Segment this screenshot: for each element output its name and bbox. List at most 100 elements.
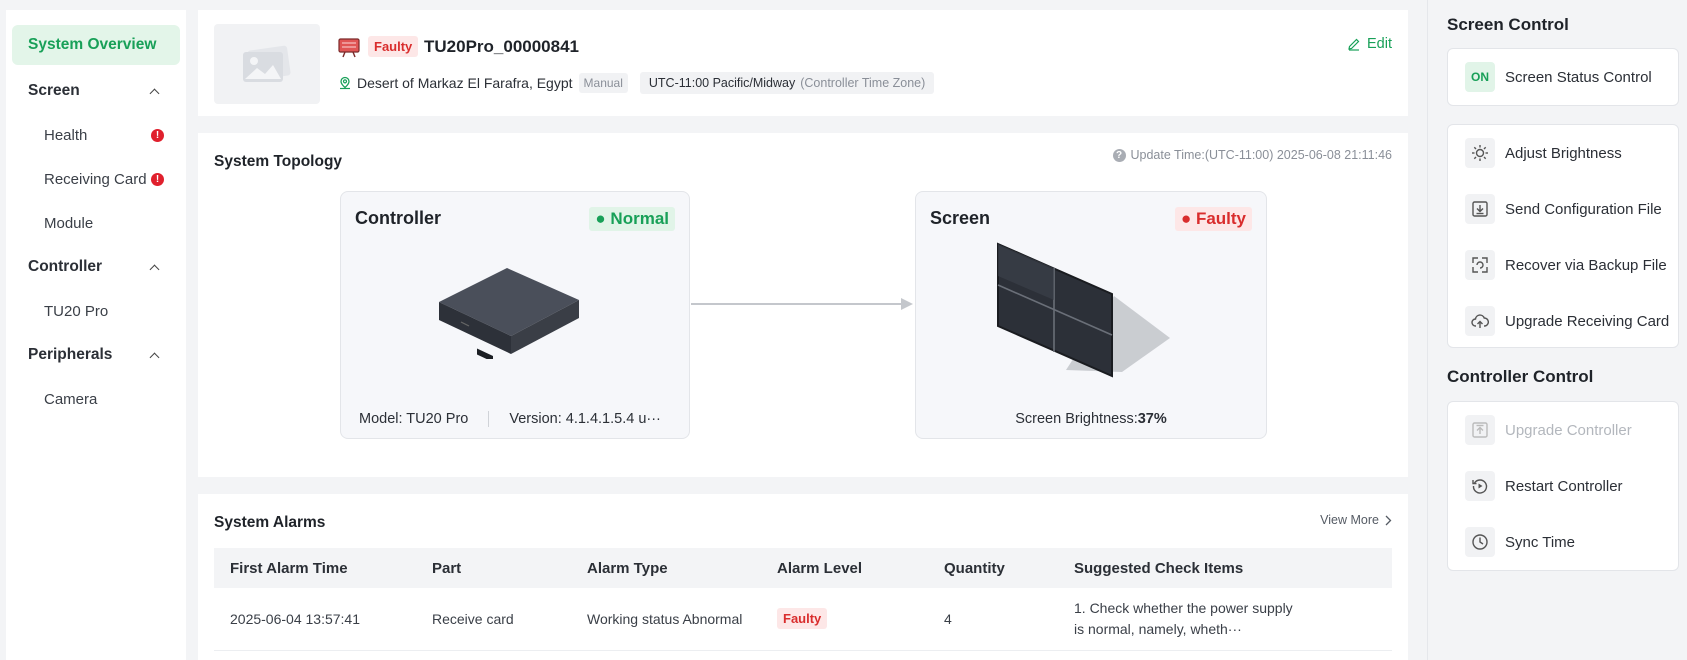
controller-title: Controller — [355, 208, 442, 228]
sync-time-button[interactable]: Sync Time — [1448, 514, 1678, 570]
controller-actions-card: Upgrade Controller Restart Controller Sy… — [1447, 401, 1679, 571]
alarm-level-cell: Faulty — [761, 588, 928, 651]
screen-status-text: Faulty — [1195, 209, 1246, 228]
controller-model: Model: TU20 Pro — [359, 411, 469, 427]
nav-item-label: Receiving Card — [44, 170, 147, 188]
alert-icon: ! — [151, 172, 164, 186]
brightness-value: 37% — [1137, 411, 1167, 427]
chevron-up-icon — [149, 88, 160, 98]
column-header: Alarm Type — [571, 548, 761, 588]
upgrade-receiving-card-button[interactable]: Upgrade Receiving Card — [1448, 293, 1678, 349]
restart-controller-button[interactable]: Restart Controller — [1448, 458, 1678, 514]
control-panel: Screen Control ON Screen Status Control … — [1427, 0, 1687, 660]
location-mode-tag: Manual — [578, 73, 628, 93]
alarm-part: Receive card — [416, 588, 571, 651]
nav-group-label: Peripherals — [28, 346, 113, 363]
nav-system-overview[interactable]: System Overview — [12, 25, 180, 65]
controller-status-text: Normal — [610, 209, 669, 228]
recover-via-backup-file-button[interactable]: Recover via Backup File — [1448, 237, 1678, 293]
screen-brightness: Screen Brightness:37% — [916, 411, 1266, 427]
send-configuration-file-button[interactable]: Send Configuration File — [1448, 181, 1678, 237]
restart-icon — [1465, 471, 1495, 501]
nav-item-label: Health — [44, 126, 88, 144]
action-label: Sync Time — [1505, 533, 1576, 551]
upload-icon — [1465, 415, 1495, 445]
nav-item-camera[interactable]: Camera — [6, 377, 186, 421]
nav-group-label: Screen — [28, 82, 80, 99]
controller-control-title: Controller Control — [1447, 367, 1594, 386]
nav-group-label: Controller — [28, 258, 103, 275]
nav-group-peripherals[interactable]: Peripherals — [6, 333, 186, 377]
divider — [488, 411, 490, 427]
action-label: Adjust Brightness — [1505, 144, 1622, 162]
nav-item-module[interactable]: Module — [6, 201, 186, 245]
timezone-tag: UTC-11:00 Pacific/Midway (Controller Time… — [639, 72, 935, 94]
nav-item-label: Camera — [44, 390, 98, 408]
controller-status-badge: ● Normal — [589, 207, 675, 231]
edit-pencil-icon — [1348, 38, 1360, 51]
nav-item-tu20-pro[interactable]: TU20 Pro — [6, 289, 186, 333]
chevron-up-icon — [149, 264, 160, 274]
upgrade-controller-button[interactable]: Upgrade Controller — [1448, 402, 1678, 458]
controller-info: Model: TU20 Pro Version: 4.1.4.1.5.4 u··… — [359, 411, 661, 427]
connection-arrow-icon — [691, 298, 913, 310]
edit-button[interactable]: Edit — [1347, 36, 1392, 52]
nav-group-screen[interactable]: Screen — [6, 69, 186, 113]
update-time: ? Update Time:(UTC-11:00) 2025-06-08 21:… — [1112, 148, 1393, 162]
column-header: First Alarm Time — [214, 548, 416, 588]
action-label: Upgrade Controller — [1505, 421, 1632, 439]
device-header: Faulty TU20Pro_00000841 Desert of Markaz… — [198, 10, 1408, 116]
controller-node[interactable]: Controller ● Normal Model: TU20 Pro Vers… — [340, 191, 690, 439]
alarm-quantity: 4 — [928, 588, 1058, 651]
status-badge: Faulty — [368, 36, 419, 57]
screen-device-image — [997, 242, 1170, 378]
screen-control-title: Screen Control — [1447, 15, 1569, 34]
alarm-suggestion: 1. Check whether the power supply is nor… — [1074, 599, 1293, 637]
alert-icon: ! — [151, 128, 164, 142]
alarm-suggestion-cell: 1. Check whether the power supply is nor… — [1058, 588, 1392, 651]
location-text: Desert of Markaz El Farafra, Egypt — [357, 75, 573, 91]
action-label: Restart Controller — [1505, 477, 1623, 495]
download-file-icon — [1465, 194, 1495, 224]
alarm-type: Working status Abnormal — [571, 588, 761, 651]
column-header: Quantity — [928, 548, 1058, 588]
update-time-text: Update Time:(UTC-11:00) 2025-06-08 21:11… — [1130, 148, 1393, 162]
nav-item-receiving-card[interactable]: Receiving Card ! — [6, 157, 186, 201]
column-header: Alarm Level — [761, 548, 928, 588]
nav-group-controller[interactable]: Controller — [6, 245, 186, 289]
nav-item-label: TU20 Pro — [44, 302, 109, 320]
alarms-table: First Alarm Time Part Alarm Type Alarm L… — [214, 548, 1392, 651]
brightness-icon — [1465, 138, 1495, 168]
controller-version: Version: 4.1.4.1.5.4 u··· — [509, 411, 661, 427]
sidebar: System Overview Screen Health ! Receivin… — [6, 10, 186, 660]
device-thumbnail — [214, 24, 320, 104]
screen-node[interactable]: Screen ● Faulty Screen Brightness:37% — [915, 191, 1267, 439]
system-alarms: System Alarms View More First Alarm Time… — [198, 494, 1408, 660]
column-header: Part — [416, 548, 571, 588]
adjust-brightness-button[interactable]: Adjust Brightness — [1448, 125, 1678, 181]
help-icon[interactable]: ? — [1112, 148, 1126, 162]
screen-status-control-button[interactable]: ON Screen Status Control — [1448, 49, 1678, 105]
table-row[interactable]: 2025-06-04 13:57:41 Receive card Working… — [214, 588, 1392, 651]
action-label: Send Configuration File — [1505, 200, 1662, 218]
image-placeholder-icon — [243, 45, 291, 82]
screen-status-card: ON Screen Status Control — [1447, 48, 1679, 106]
alarm-level-badge: Faulty — [777, 608, 828, 630]
nav-item-health[interactable]: Health ! — [6, 113, 186, 157]
controller-device-image — [439, 268, 579, 359]
timezone-note: (Controller Time Zone) — [800, 76, 926, 90]
nav-item-label: Module — [44, 214, 94, 232]
cloud-upload-icon — [1465, 306, 1495, 336]
view-more-link[interactable]: View More — [1320, 513, 1392, 527]
table-header-row: First Alarm Time Part Alarm Type Alarm L… — [214, 548, 1392, 588]
edit-label: Edit — [1367, 36, 1392, 52]
location-pin-icon — [340, 76, 350, 90]
location-row: Desert of Markaz El Farafra, Egypt Manua… — [338, 72, 935, 94]
alarm-time: 2025-06-04 13:57:41 — [214, 588, 416, 651]
alarms-title: System Alarms — [214, 514, 326, 531]
action-label: Screen Status Control — [1505, 68, 1652, 86]
topology-title: System Topology — [214, 153, 343, 170]
column-header: Suggested Check Items — [1058, 548, 1392, 588]
screen-title: Screen — [930, 208, 991, 228]
recover-backup-icon — [1465, 250, 1495, 280]
